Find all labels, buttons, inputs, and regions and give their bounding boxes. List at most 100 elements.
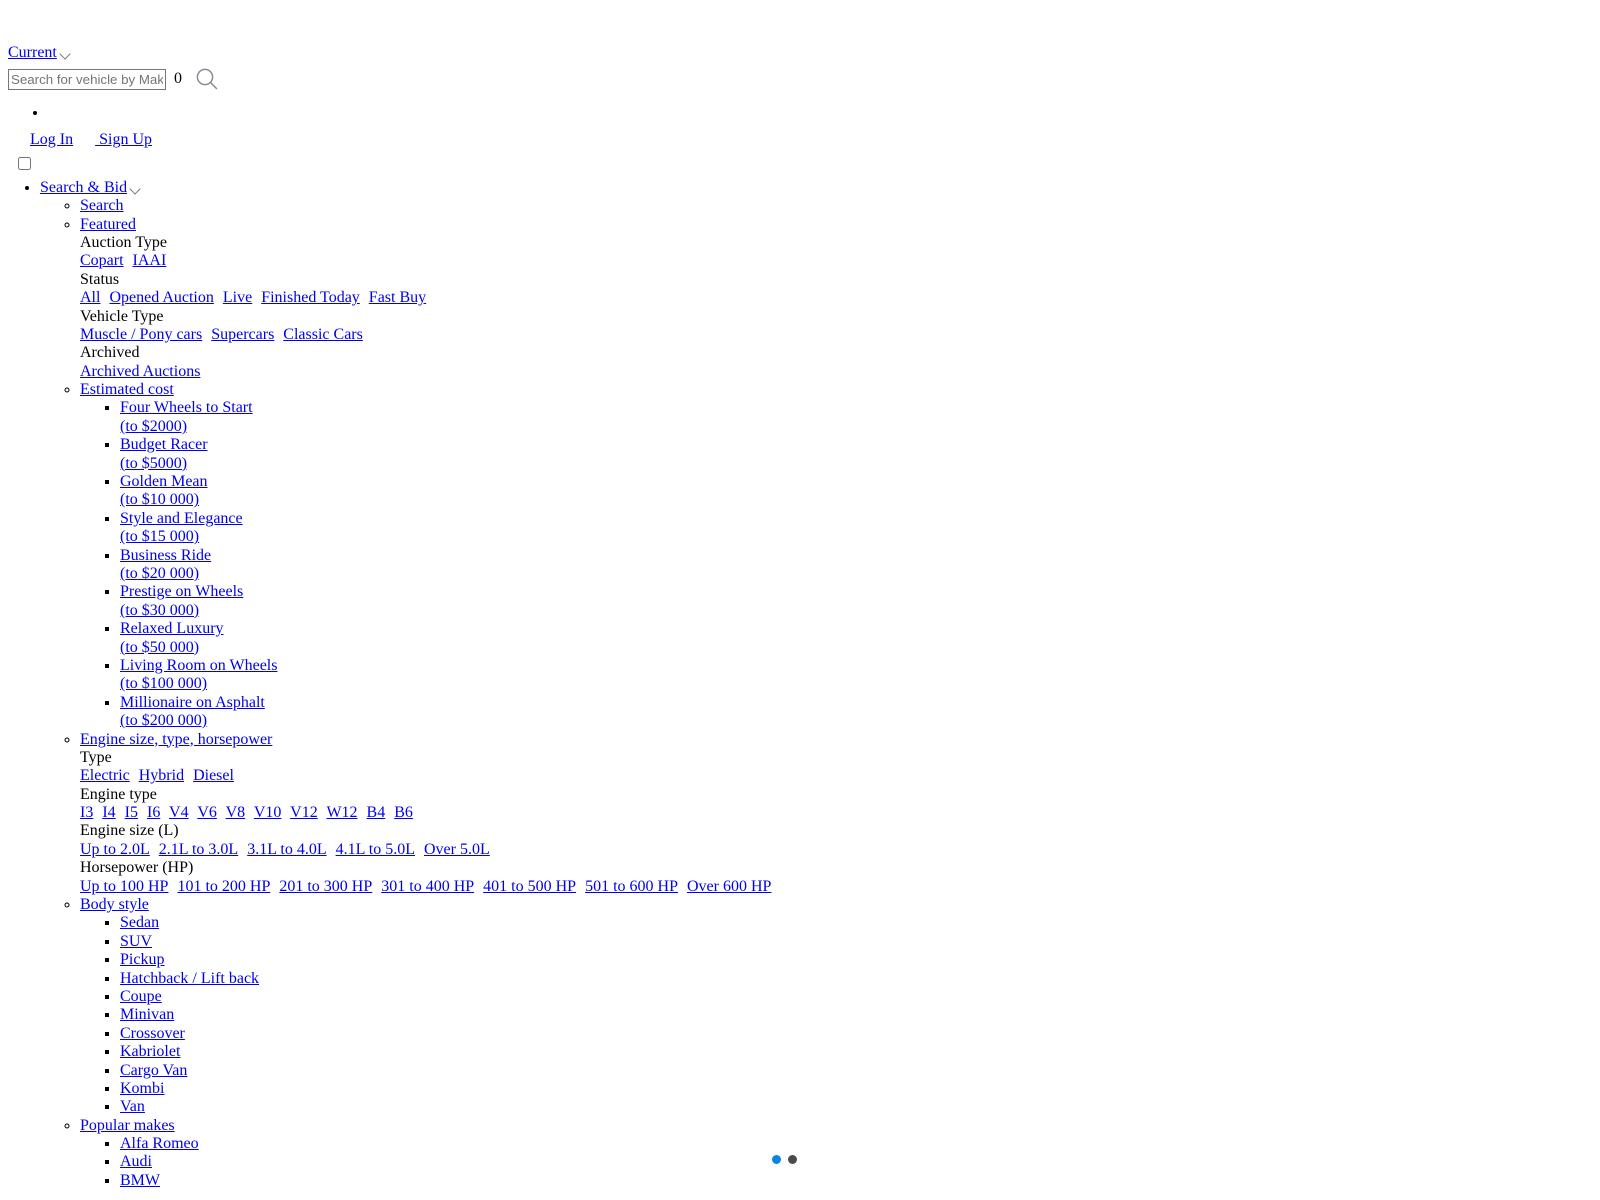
engine-v8[interactable]: V8	[226, 804, 246, 821]
hp-501-600[interactable]: 501 to 600 HP	[585, 878, 678, 895]
hp-over-600[interactable]: Over 600 HP	[687, 878, 771, 895]
list-item[interactable]: Audi	[120, 1153, 1600, 1171]
cost-tier-link[interactable]: Prestige on Wheels (to $30 000)	[120, 583, 1600, 620]
status-opened-auction[interactable]: Opened Auction	[109, 289, 213, 306]
nav-item-search-and-bid[interactable]: Search & Bid Search Featured Auction Typ…	[40, 179, 1600, 1190]
cost-tier-link[interactable]: Style and Elegance (to $15 000)	[120, 510, 1600, 547]
cost-tier-link[interactable]: Business Ride (to $20 000)	[120, 547, 1600, 584]
search-icon[interactable]	[194, 66, 220, 92]
engine-i4[interactable]: I4	[102, 804, 115, 821]
list-item[interactable]: Alfa Romeo	[120, 1135, 1600, 1153]
size-3-to-4[interactable]: 3.1L to 4.0L	[247, 841, 326, 858]
popular-makes-link[interactable]: Popular makes	[80, 1117, 175, 1134]
body-style-sedan[interactable]: Sedan	[120, 914, 159, 931]
size-4-to-5[interactable]: 4.1L to 5.0L	[336, 841, 415, 858]
list-item[interactable]: Relaxed Luxury(to $50 000)	[120, 620, 1600, 657]
current-selector[interactable]: Current	[8, 44, 1600, 62]
status-fast-buy[interactable]: Fast Buy	[369, 289, 426, 306]
engine-v4[interactable]: V4	[169, 804, 189, 821]
list-item[interactable]: Kombi	[120, 1080, 1600, 1098]
list-item[interactable]: Living Room on Wheels(to $100 000)	[120, 657, 1600, 694]
body-style-crossover[interactable]: Crossover	[120, 1025, 185, 1042]
hp-401-500[interactable]: 401 to 500 HP	[483, 878, 576, 895]
body-style-minivan[interactable]: Minivan	[120, 1006, 174, 1023]
signup-link[interactable]: Sign Up	[95, 131, 152, 148]
carousel-dot[interactable]	[788, 1155, 797, 1164]
list-item[interactable]: Prestige on Wheels(to $30 000)	[120, 583, 1600, 620]
engine-i6[interactable]: I6	[147, 804, 160, 821]
status-live[interactable]: Live	[223, 289, 252, 306]
nav-item-search[interactable]: Search	[80, 197, 1600, 215]
size-up-to-2[interactable]: Up to 2.0L	[80, 841, 150, 858]
list-item[interactable]: Coupe	[120, 988, 1600, 1006]
search-link[interactable]: Search	[80, 197, 124, 214]
list-item[interactable]: Budget Racer(to $5000)	[120, 436, 1600, 473]
hp-301-400[interactable]: 301 to 400 HP	[381, 878, 474, 895]
archived-auctions-link[interactable]: Archived Auctions	[80, 363, 200, 380]
hp-up-to-100[interactable]: Up to 100 HP	[80, 878, 168, 895]
body-style-kabriolet[interactable]: Kabriolet	[120, 1043, 180, 1060]
engine-i5[interactable]: I5	[125, 804, 138, 821]
status-all[interactable]: All	[80, 289, 100, 306]
status-finished-today[interactable]: Finished Today	[261, 289, 360, 306]
list-item[interactable]: Cargo Van	[120, 1062, 1600, 1080]
list-item[interactable]: SUV	[120, 933, 1600, 951]
nav-item-popular-makes[interactable]: Popular makes Alfa Romeo Audi BMW	[80, 1117, 1600, 1191]
cost-tier-link[interactable]: Budget Racer (to $5000)	[120, 436, 1600, 473]
auction-type-iaai[interactable]: IAAI	[133, 252, 167, 269]
hp-101-200[interactable]: 101 to 200 HP	[177, 878, 270, 895]
make-bmw[interactable]: BMW	[120, 1172, 160, 1189]
cost-tier-link[interactable]: Relaxed Luxury (to $50 000)	[120, 620, 1600, 657]
list-item[interactable]: Sedan	[120, 914, 1600, 932]
body-style-kombi[interactable]: Kombi	[120, 1080, 164, 1097]
auction-type-copart[interactable]: Copart	[80, 252, 124, 269]
nav-item-body-style[interactable]: Body style Sedan SUV Pickup Hatchback / …	[80, 896, 1600, 1117]
engine-b6[interactable]: B6	[394, 804, 413, 821]
cost-tier-link[interactable]: Four Wheels to Start (to $2000)	[120, 399, 1600, 436]
list-item[interactable]: Crossover	[120, 1025, 1600, 1043]
fuel-electric[interactable]: Electric	[80, 767, 130, 784]
search-and-bid-link[interactable]: Search & Bid	[40, 179, 127, 196]
list-item[interactable]: Millionaire on Asphalt(to $200 000)	[120, 694, 1600, 731]
carousel-dot-active[interactable]	[772, 1155, 781, 1164]
estimated-cost-link[interactable]: Estimated cost	[80, 381, 174, 398]
search-input[interactable]	[8, 68, 166, 90]
list-item[interactable]: Minivan	[120, 1006, 1600, 1024]
list-item[interactable]: Business Ride(to $20 000)	[120, 547, 1600, 584]
body-style-van[interactable]: Van	[120, 1098, 145, 1115]
engine-w12[interactable]: W12	[326, 804, 357, 821]
current-link[interactable]: Current	[8, 44, 57, 61]
list-item[interactable]: Golden Mean(to $10 000)	[120, 473, 1600, 510]
list-item[interactable]: BMW	[120, 1172, 1600, 1190]
vehicle-type-supercars[interactable]: Supercars	[211, 326, 274, 343]
body-style-pickup[interactable]: Pickup	[120, 951, 164, 968]
cost-tier-link[interactable]: Golden Mean (to $10 000)	[120, 473, 1600, 510]
list-item[interactable]: Pickup	[120, 951, 1600, 969]
list-item[interactable]: Hatchback / Lift back	[120, 970, 1600, 988]
engine-i3[interactable]: I3	[80, 804, 93, 821]
engine-v10[interactable]: V10	[254, 804, 282, 821]
nav-item-estimated-cost[interactable]: Estimated cost Four Wheels to Start(to $…	[80, 381, 1600, 730]
make-alfa-romeo[interactable]: Alfa Romeo	[120, 1135, 199, 1152]
list-item[interactable]: Van	[120, 1098, 1600, 1116]
login-link[interactable]: Log In	[30, 131, 73, 148]
featured-link[interactable]: Featured	[80, 216, 136, 233]
hp-201-300[interactable]: 201 to 300 HP	[279, 878, 372, 895]
list-item[interactable]: Kabriolet	[120, 1043, 1600, 1061]
body-style-coupe[interactable]: Coupe	[120, 988, 162, 1005]
engine-link[interactable]: Engine size, type, horsepower	[80, 731, 272, 748]
nav-toggle-checkbox[interactable]	[18, 156, 31, 170]
cost-tier-link[interactable]: Millionaire on Asphalt (to $200 000)	[120, 694, 1600, 731]
size-over-5[interactable]: Over 5.0L	[424, 841, 490, 858]
make-audi[interactable]: Audi	[120, 1153, 152, 1170]
nav-item-engine[interactable]: Engine size, type, horsepower Type Elect…	[80, 731, 1600, 897]
body-style-cargo-van[interactable]: Cargo Van	[120, 1062, 187, 1079]
engine-v6[interactable]: V6	[197, 804, 217, 821]
engine-v12[interactable]: V12	[290, 804, 318, 821]
cost-tier-link[interactable]: Living Room on Wheels (to $100 000)	[120, 657, 1600, 694]
body-style-hatchback[interactable]: Hatchback / Lift back	[120, 970, 259, 987]
fuel-hybrid[interactable]: Hybrid	[139, 767, 184, 784]
vehicle-type-classic-cars[interactable]: Classic Cars	[283, 326, 363, 343]
engine-b4[interactable]: B4	[367, 804, 386, 821]
list-item[interactable]: Style and Elegance(to $15 000)	[120, 510, 1600, 547]
